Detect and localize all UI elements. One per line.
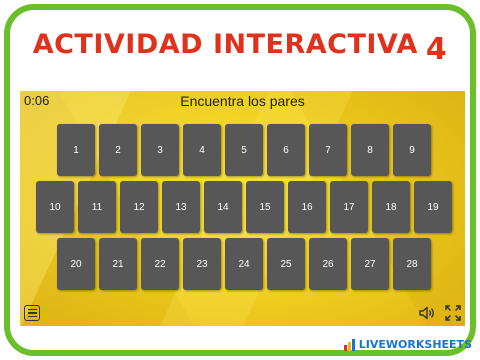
card-21[interactable]: 21 [99,238,137,290]
card-28[interactable]: 28 [393,238,431,290]
card-15[interactable]: 15 [246,181,284,233]
brand-text: LIVEWORKSHEETS [358,338,472,351]
card-1[interactable]: 1 [57,124,95,176]
card-2[interactable]: 2 [99,124,137,176]
card-10[interactable]: 10 [36,181,74,233]
card-25[interactable]: 25 [267,238,305,290]
card-9[interactable]: 9 [393,124,431,176]
menu-icon-line [27,315,37,318]
sound-button[interactable] [418,304,436,322]
card-11[interactable]: 11 [78,181,116,233]
menu-icon-line [27,312,37,314]
card-24[interactable]: 24 [225,238,263,290]
instruction-text: Encuentra los pares [180,93,305,109]
card-19[interactable]: 19 [414,181,452,233]
card-23[interactable]: 23 [183,238,221,290]
card-26[interactable]: 26 [309,238,347,290]
page-title-text: ACTIVIDAD INTERACTIVA [32,29,418,60]
card-14[interactable]: 14 [204,181,242,233]
card-3[interactable]: 3 [141,124,179,176]
fullscreen-icon [445,305,461,321]
card-18[interactable]: 18 [372,181,410,233]
card-27[interactable]: 27 [351,238,389,290]
memory-game-panel: 0:06 Encuentra los pares 1 2 3 4 5 6 7 8… [20,91,465,326]
page-title-number: 4 [425,32,448,67]
card-5[interactable]: 5 [225,124,263,176]
card-4[interactable]: 4 [183,124,221,176]
fullscreen-button[interactable] [444,304,462,322]
card-7[interactable]: 7 [309,124,347,176]
card-6[interactable]: 6 [267,124,305,176]
speaker-icon [419,306,434,320]
card-22[interactable]: 22 [141,238,179,290]
card-17[interactable]: 17 [330,181,368,233]
brand-logo[interactable]: LIVEWORKSHEETS [343,338,472,351]
menu-icon-line [27,308,37,311]
card-8[interactable]: 8 [351,124,389,176]
card-20[interactable]: 20 [57,238,95,290]
card-13[interactable]: 13 [162,181,200,233]
card-16[interactable]: 16 [288,181,326,233]
card-12[interactable]: 12 [120,181,158,233]
menu-button[interactable] [24,305,40,321]
liveworksheets-icon [343,338,355,351]
page-title: ACTIVIDAD INTERACTIVA 4 [0,26,480,67]
